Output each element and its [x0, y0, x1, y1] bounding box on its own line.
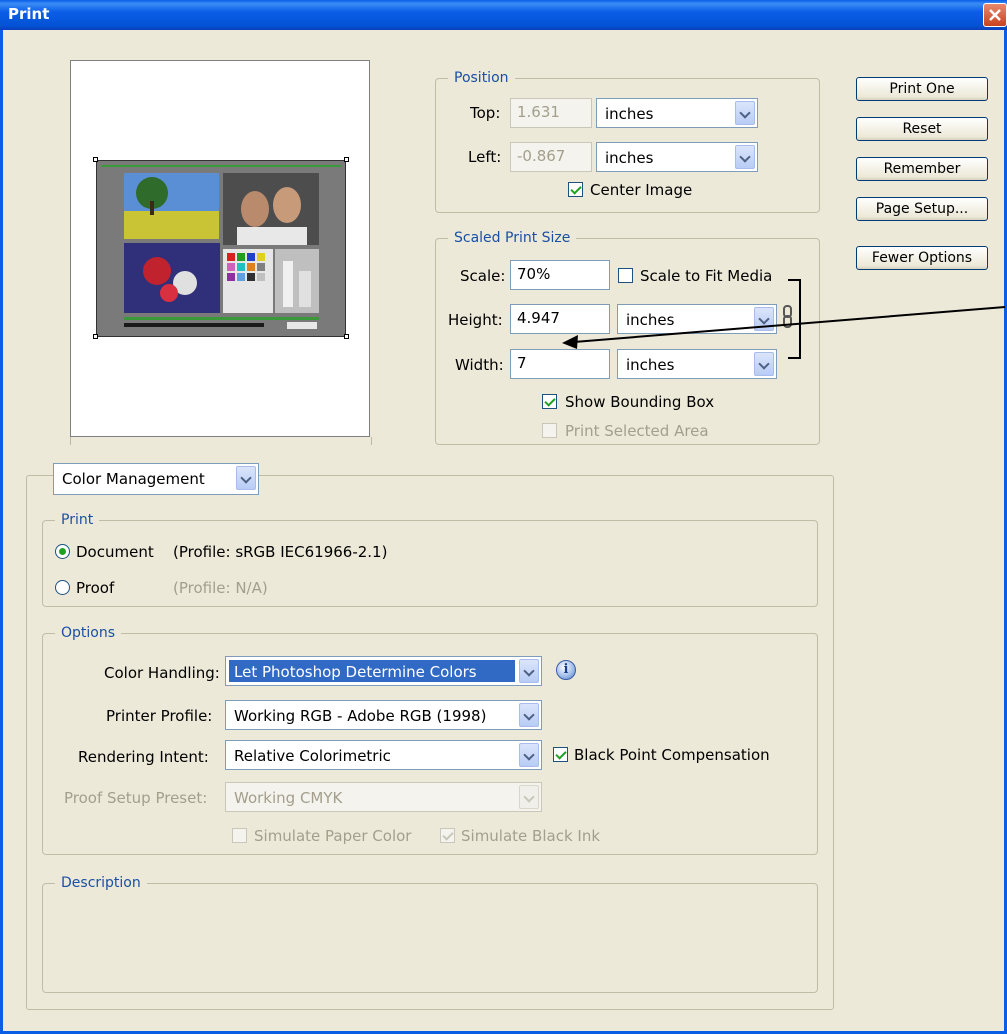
- left-label: Left:: [468, 148, 502, 166]
- color-handling-select[interactable]: Let Photoshop Determine Colors: [225, 656, 542, 686]
- chevron-down-icon: [519, 785, 539, 809]
- annotation-arrow: [562, 306, 1006, 349]
- section-select[interactable]: Color Management: [53, 463, 259, 495]
- window-frame-left: [0, 30, 3, 1034]
- bounding-handle-tl[interactable]: [93, 157, 98, 162]
- print-legend: Print: [61, 512, 94, 528]
- simulate-paper-color-label: Simulate Paper Color: [254, 827, 412, 845]
- section-select-value: Color Management: [62, 470, 205, 488]
- width-label: Width:: [455, 356, 504, 374]
- simulate-paper-color-checkbox[interactable]: [232, 828, 247, 843]
- show-bounding-box-label[interactable]: Show Bounding Box: [565, 393, 714, 411]
- preview-frame-edge: [70, 437, 372, 445]
- fewer-options-button[interactable]: Fewer Options: [856, 246, 988, 270]
- close-icon: [989, 9, 1001, 21]
- top-label: Top:: [470, 104, 501, 122]
- chevron-down-icon[interactable]: [519, 703, 539, 727]
- printer-profile-label: Printer Profile:: [106, 707, 213, 725]
- scale-to-fit-label[interactable]: Scale to Fit Media: [640, 267, 772, 285]
- page-setup-button[interactable]: Page Setup...: [856, 197, 988, 221]
- show-bounding-box-checkbox[interactable]: [542, 394, 557, 409]
- black-point-compensation-checkbox[interactable]: [553, 747, 568, 762]
- document-profile: (Profile: sRGB IEC61966-2.1): [173, 543, 388, 561]
- print-one-button[interactable]: Print One: [856, 77, 988, 101]
- scale-label: Scale:: [460, 267, 506, 285]
- reset-button[interactable]: Reset: [856, 117, 988, 141]
- title-bar[interactable]: [0, 0, 1007, 30]
- chevron-down-icon[interactable]: [519, 659, 539, 683]
- center-image-label[interactable]: Center Image: [590, 181, 692, 199]
- black-point-compensation-label[interactable]: Black Point Compensation: [574, 746, 770, 764]
- window-title: Print: [8, 5, 50, 23]
- description-legend: Description: [61, 875, 141, 891]
- bounding-handle-br[interactable]: [344, 334, 349, 339]
- description-group: Description: [42, 875, 818, 993]
- options-legend: Options: [61, 625, 116, 641]
- left-unit-value: inches: [605, 149, 654, 167]
- bounding-handle-tr[interactable]: [344, 157, 349, 162]
- color-handling-value: Let Photoshop Determine Colors: [234, 663, 477, 681]
- bounding-handle-bl[interactable]: [93, 334, 98, 339]
- scale-input[interactable]: 70%: [510, 260, 610, 290]
- height-label: Height:: [448, 311, 503, 329]
- top-unit-value: inches: [605, 105, 654, 123]
- color-handling-label: Color Handling:: [104, 664, 220, 682]
- proof-setup-preset-value: Working CMYK: [234, 789, 343, 807]
- proof-setup-preset-label: Proof Setup Preset:: [64, 789, 208, 807]
- document-label[interactable]: Document: [76, 543, 154, 561]
- simulate-black-ink-label: Simulate Black Ink: [461, 827, 601, 845]
- close-button[interactable]: [983, 3, 1007, 27]
- rendering-intent-select[interactable]: Relative Colorimetric: [225, 740, 542, 770]
- proof-label[interactable]: Proof: [76, 579, 114, 597]
- chevron-down-icon[interactable]: [519, 743, 539, 767]
- remember-button[interactable]: Remember: [856, 157, 988, 181]
- chevron-down-icon[interactable]: [236, 466, 256, 490]
- proof-setup-preset-select[interactable]: Working CMYK: [225, 782, 542, 812]
- proof-radio[interactable]: [55, 580, 70, 595]
- print-selected-area-checkbox[interactable]: [542, 423, 557, 438]
- width-unit-value: inches: [626, 356, 675, 374]
- left-input[interactable]: -0.867: [510, 142, 592, 172]
- left-unit-select[interactable]: inches: [596, 142, 758, 172]
- info-icon[interactable]: i: [556, 660, 576, 680]
- scaled-print-size-legend: Scaled Print Size: [454, 230, 571, 246]
- top-input[interactable]: 1.631: [510, 98, 592, 128]
- document-radio[interactable]: [55, 544, 70, 559]
- print-group: Print: [42, 512, 818, 607]
- simulate-black-ink-checkbox[interactable]: [440, 828, 455, 843]
- position-legend: Position: [454, 70, 509, 86]
- proof-profile: (Profile: N/A): [173, 579, 268, 597]
- printer-profile-value: Working RGB - Adobe RGB (1998): [234, 707, 487, 725]
- chevron-down-icon[interactable]: [735, 101, 755, 125]
- top-unit-select[interactable]: inches: [596, 98, 758, 128]
- rendering-intent-value: Relative Colorimetric: [234, 747, 391, 765]
- print-selected-area-label: Print Selected Area: [565, 422, 709, 440]
- center-image-checkbox[interactable]: [568, 182, 583, 197]
- scale-to-fit-checkbox[interactable]: [618, 268, 633, 283]
- rendering-intent-label: Rendering Intent:: [78, 748, 209, 766]
- preview-image[interactable]: [96, 160, 346, 337]
- preview-thumbnail: [97, 161, 345, 336]
- printer-profile-select[interactable]: Working RGB - Adobe RGB (1998): [225, 700, 542, 730]
- chevron-down-icon[interactable]: [735, 145, 755, 169]
